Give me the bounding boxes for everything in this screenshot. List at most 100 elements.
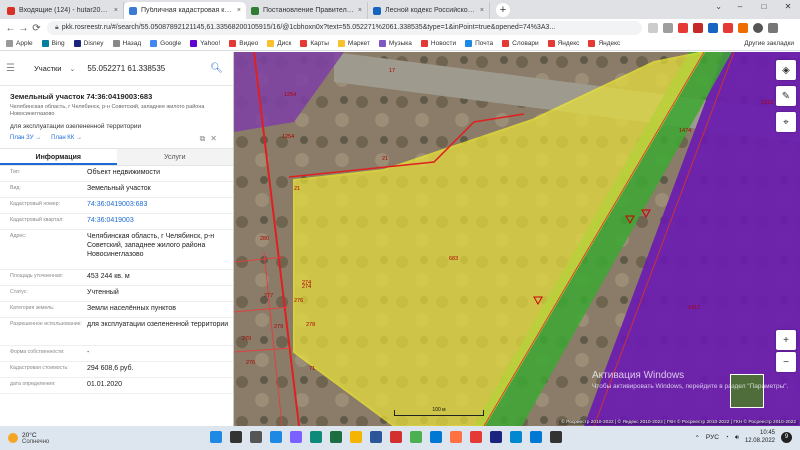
- share-icon[interactable]: [648, 23, 658, 33]
- close-tab-icon[interactable]: ×: [237, 7, 241, 14]
- minimize-button[interactable]: –: [728, 0, 752, 14]
- new-tab-button[interactable]: +: [496, 3, 510, 17]
- volume-icon[interactable]: 🔊︎: [735, 434, 739, 442]
- plan-kk-link[interactable]: План КК →: [51, 135, 82, 141]
- bookmark-item[interactable]: Bing: [41, 40, 65, 47]
- search-icon[interactable]: 🔍︎: [210, 63, 223, 74]
- attribute-value[interactable]: 74:36:0419003:683: [87, 198, 233, 213]
- close-tab-icon[interactable]: ×: [358, 7, 362, 14]
- reload-icon[interactable]: ⟳: [30, 23, 43, 34]
- close-window-button[interactable]: ✕: [776, 0, 800, 14]
- tab-services[interactable]: Услуги: [116, 148, 233, 165]
- notification-badge[interactable]: 9: [781, 432, 792, 444]
- attribute-value[interactable]: 74:36:0419003: [87, 214, 233, 229]
- menu-icon[interactable]: ☰: [6, 63, 16, 74]
- chrome-icon[interactable]: [410, 431, 422, 443]
- search-icon[interactable]: [230, 431, 242, 443]
- close-tab-icon[interactable]: ×: [114, 7, 118, 14]
- attribute-row: Адрес: Челябинская область, г Челябинск, …: [0, 230, 233, 270]
- extension-icon[interactable]: [708, 23, 718, 33]
- ruler-icon[interactable]: ✎: [776, 86, 796, 106]
- photos-icon[interactable]: [510, 431, 522, 443]
- terminal-icon[interactable]: [550, 431, 562, 443]
- parcel-label: 278: [306, 322, 315, 328]
- search-input[interactable]: 55.052271 61.338535: [87, 64, 197, 73]
- bookmark-item[interactable]: Карты: [300, 40, 329, 47]
- pdf-icon[interactable]: [390, 431, 402, 443]
- bookmark-item[interactable]: Видео: [229, 40, 258, 47]
- close-tab-icon[interactable]: ×: [480, 7, 484, 14]
- steam-icon[interactable]: [490, 431, 502, 443]
- mail-icon[interactable]: [430, 431, 442, 443]
- chat-icon[interactable]: [290, 431, 302, 443]
- copy-icon[interactable]: ⧉: [200, 134, 206, 144]
- store-icon[interactable]: [530, 431, 542, 443]
- temperature: 20°C: [22, 431, 37, 439]
- language-indicator[interactable]: РУС: [706, 434, 719, 441]
- url-field[interactable]: 🔒︎ pkk.rosreestr.ru/#/search/55.050878921…: [47, 21, 642, 35]
- layers-icon[interactable]: ◈: [776, 60, 796, 80]
- zoom-out-button[interactable]: −: [776, 352, 796, 372]
- map-area[interactable]: 683 17 21 21 1254 1254 280 277 279 274 276 278 279 27…: [234, 52, 800, 426]
- extension-icon[interactable]: [693, 23, 703, 33]
- zoom-in-button[interactable]: +: [776, 330, 796, 350]
- attribute-row: Тип: Объект недвижимости: [0, 166, 233, 182]
- yandex-icon[interactable]: [470, 431, 482, 443]
- taskview-icon[interactable]: [250, 431, 262, 443]
- bookmark-item[interactable]: Музыка: [378, 40, 412, 47]
- windows-icon[interactable]: [210, 431, 222, 443]
- locate-icon[interactable]: ⌖: [776, 112, 796, 132]
- bookmark-favicon-icon: [588, 40, 596, 47]
- search-type-select[interactable]: Участки ⌄: [34, 64, 75, 73]
- clock[interactable]: 10:45 12.08.2022: [745, 430, 775, 446]
- plan-zu-label: План ЗУ: [10, 134, 34, 141]
- bookmark-item[interactable]: Yahoo!: [190, 40, 220, 47]
- parcel-label: 1254: [282, 134, 294, 140]
- bookmark-item[interactable]: Словари: [502, 40, 539, 47]
- extension-icon[interactable]: [738, 23, 748, 33]
- bookmark-item[interactable]: Новости: [420, 40, 456, 47]
- close-icon[interactable]: ✕: [210, 134, 217, 144]
- bookmark-item[interactable]: Google: [150, 40, 181, 47]
- parcel-label: 274: [302, 284, 311, 290]
- forward-icon[interactable]: →: [17, 23, 30, 34]
- maximize-button[interactable]: □: [752, 0, 776, 14]
- widgets-icon[interactable]: [270, 431, 282, 443]
- extension-icon[interactable]: [723, 23, 733, 33]
- url-text: pkk.rosreestr.ru/#/search/55.05087892121…: [61, 24, 556, 31]
- profile-avatar[interactable]: [753, 23, 763, 33]
- explorer-icon[interactable]: [350, 431, 362, 443]
- media-icon[interactable]: [450, 431, 462, 443]
- browser-tab[interactable]: Лесной кодекс Российской Фе ×: [368, 2, 490, 19]
- bookmark-item[interactable]: Диск: [267, 40, 291, 47]
- chevron-up-icon[interactable]: ⌃: [694, 434, 699, 442]
- bookmark-item[interactable]: Яндекс: [547, 40, 579, 47]
- other-bookmarks[interactable]: Другие закладки: [744, 40, 794, 47]
- weather-widget[interactable]: 20°C Солнечно: [8, 432, 49, 445]
- browser-tab[interactable]: Постановление Правительст ×: [246, 2, 368, 19]
- tab-search-icon[interactable]: ⌄: [715, 2, 722, 11]
- bookmark-item[interactable]: Apple: [6, 40, 33, 47]
- tab-info[interactable]: Информация: [0, 148, 117, 165]
- bookmark-item[interactable]: Почта: [465, 40, 493, 47]
- bookmark-star-icon[interactable]: [663, 23, 673, 33]
- attribute-key: Кадастровый номер:: [10, 200, 60, 207]
- bookmark-item[interactable]: Disney: [73, 40, 104, 47]
- plan-zu-link[interactable]: План ЗУ →: [10, 135, 41, 141]
- bookmark-item[interactable]: Маркет: [337, 40, 370, 47]
- attribute-key: Кадастровый квартал:: [10, 216, 64, 223]
- edge-icon[interactable]: [310, 431, 322, 443]
- excel-icon[interactable]: [330, 431, 342, 443]
- browser-tab[interactable]: Публичная кадастровая карта ×: [124, 2, 246, 19]
- menu-icon[interactable]: [768, 23, 778, 33]
- bookmark-item[interactable]: Яндекс: [588, 40, 620, 47]
- extension-icon[interactable]: [678, 23, 688, 33]
- bookmark-favicon-icon: [190, 40, 198, 47]
- taskbar: 20°C Солнечно ⌃ РУС ◔ 🔊︎ 10:45 12.08.202…: [0, 426, 800, 450]
- back-icon[interactable]: ←: [4, 23, 17, 34]
- wifi-icon[interactable]: ◔: [725, 434, 729, 441]
- bookmark-favicon-icon: [337, 40, 345, 47]
- browser-tab[interactable]: Входящие (124) - hutar2002@ ×: [2, 2, 124, 19]
- bookmark-item[interactable]: Назад: [112, 40, 141, 47]
- word-icon[interactable]: [370, 431, 382, 443]
